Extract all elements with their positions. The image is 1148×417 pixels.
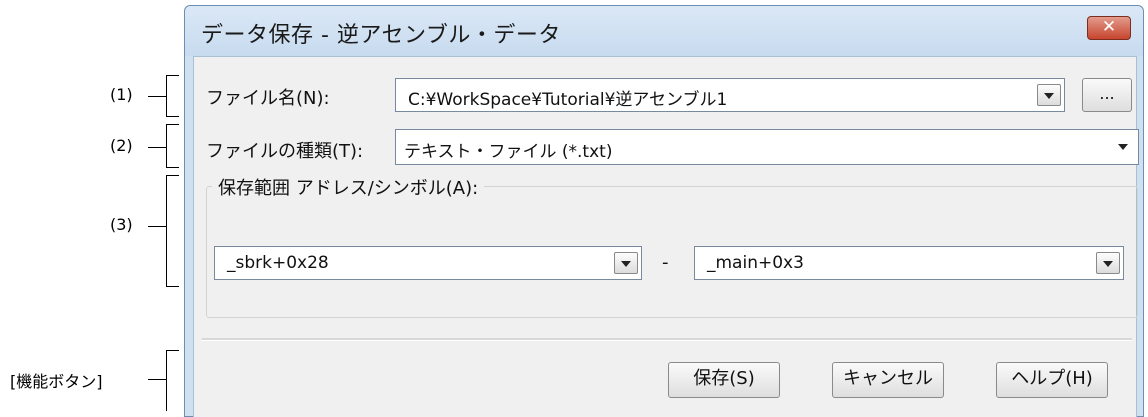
callout-4-bracket (166, 350, 179, 411)
callout-2: (2) (110, 136, 133, 155)
filetype-selected-value: テキスト・ファイル (*.txt) (404, 142, 613, 162)
filename-input[interactable]: C:¥WorkSpace¥Tutorial¥逆アセンブル1 (408, 85, 727, 110)
callout-1-bracket (166, 75, 179, 117)
dialog-title: データ保存 - 逆アセンブル・データ (201, 23, 561, 48)
callout-3: (3) (110, 215, 133, 234)
callout-function-buttons: [機能ボタン] (10, 372, 103, 391)
range-end-input[interactable]: _main+0x3 (707, 253, 804, 273)
button-area-separator (202, 338, 1132, 341)
range-start-input[interactable]: _sbrk+0x28 (227, 253, 329, 273)
callout-1: (1) (110, 85, 133, 104)
filename-combobox[interactable]: C:¥WorkSpace¥Tutorial¥逆アセンブル1 (395, 78, 1065, 112)
save-button[interactable]: 保存(S) (668, 362, 780, 398)
filename-label: ファイル名(N): (206, 88, 330, 109)
help-button[interactable]: ヘルプ(H) (996, 362, 1108, 398)
filetype-select[interactable]: テキスト・ファイル (*.txt) (395, 129, 1139, 165)
filename-dropdown-button[interactable] (1037, 84, 1061, 106)
range-end-dropdown-button[interactable] (1096, 252, 1120, 274)
range-start-dropdown-button[interactable] (614, 252, 638, 274)
callout-3-leader (148, 226, 166, 227)
callout-1-leader (148, 96, 166, 97)
cancel-button[interactable]: キャンセル (832, 362, 944, 398)
browse-button[interactable]: ... (1082, 78, 1132, 112)
callout-4-leader (148, 379, 166, 380)
range-separator: - (662, 252, 669, 273)
range-end-combobox[interactable]: _main+0x3 (694, 246, 1124, 280)
callout-3-bracket (166, 175, 179, 287)
close-icon: ✕ (1101, 17, 1117, 37)
callout-2-leader (148, 147, 166, 148)
filetype-label: ファイルの種類(T): (206, 141, 364, 162)
close-button[interactable]: ✕ (1087, 16, 1131, 40)
callout-2-bracket (166, 124, 179, 168)
range-start-combobox[interactable]: _sbrk+0x28 (214, 246, 642, 280)
title-bar[interactable]: データ保存 - 逆アセンブル・データ ✕ (185, 6, 1143, 56)
save-range-group-title: 保存範囲 アドレス/シンボル(A): (212, 174, 485, 200)
